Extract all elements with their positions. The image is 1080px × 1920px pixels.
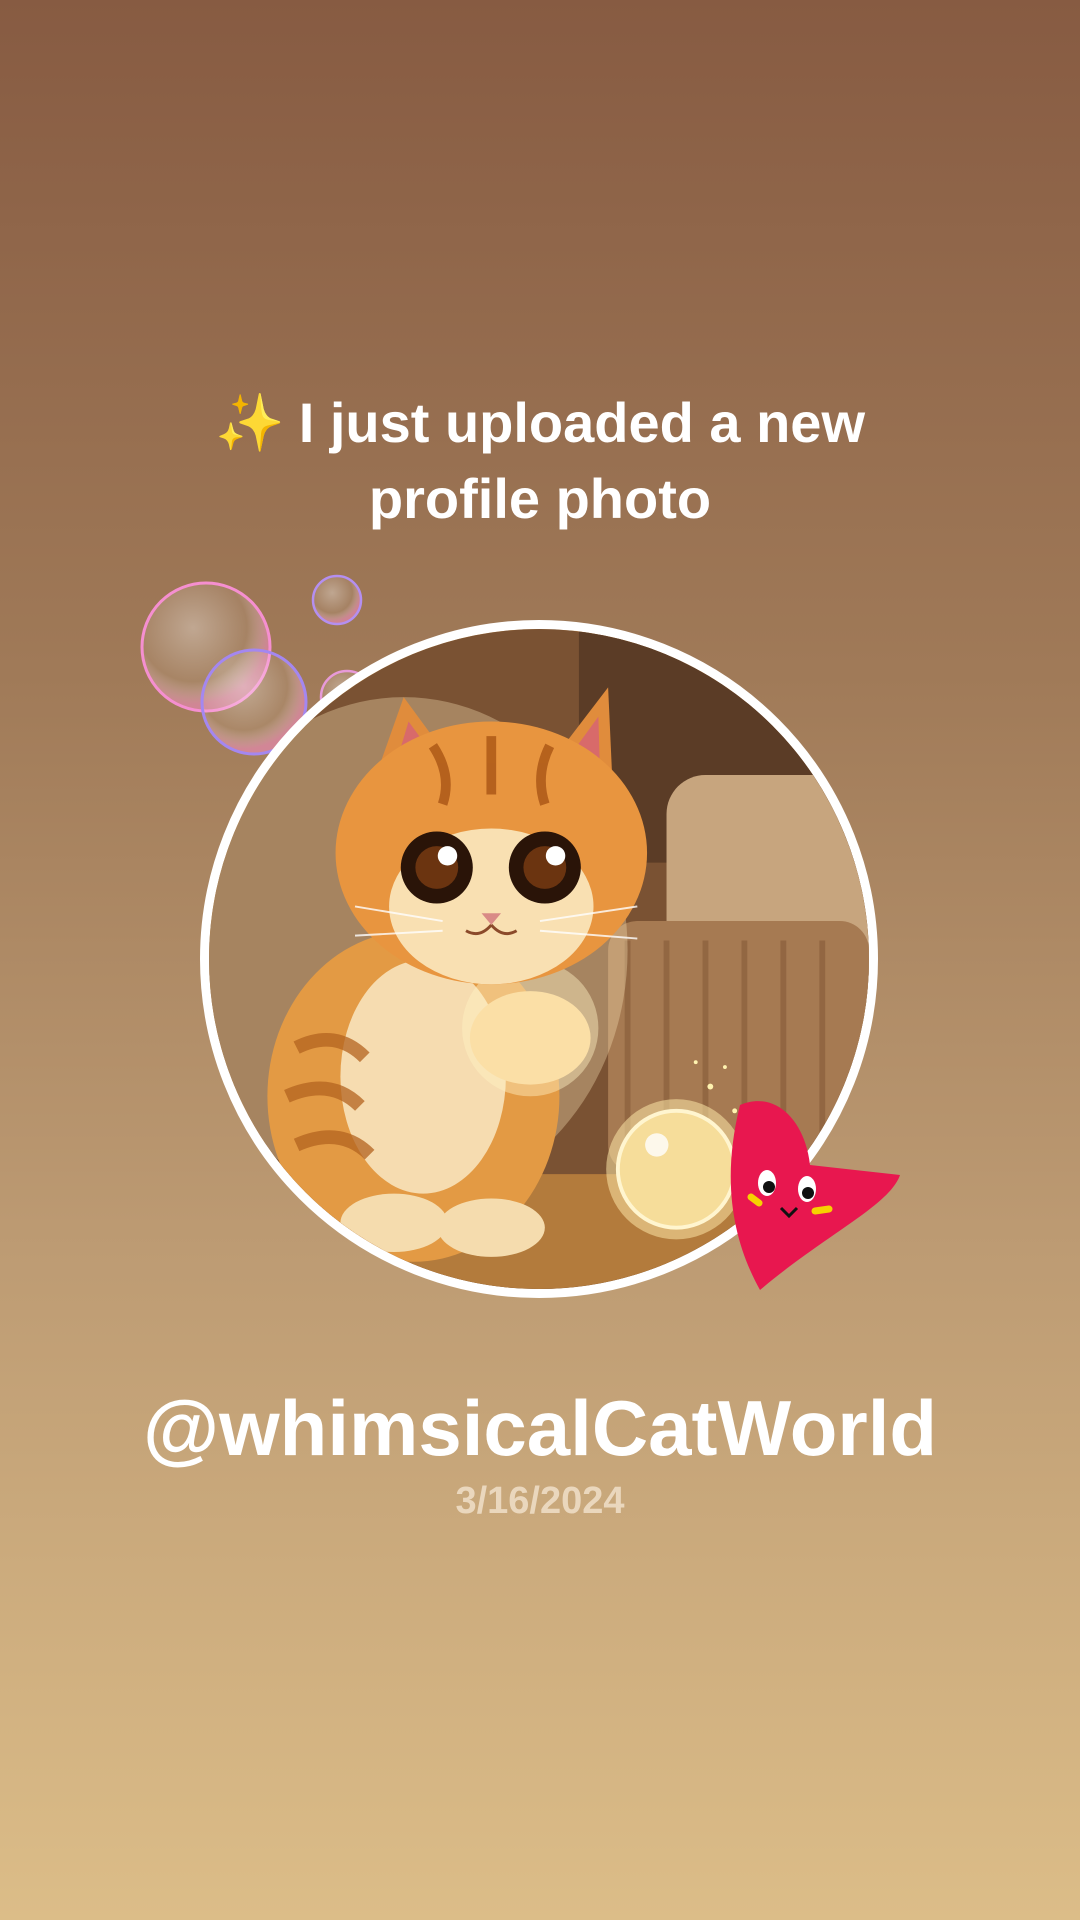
heart-sticker-icon [715,1095,905,1295]
headline-line-2: profile photo [368,467,712,530]
sparkle-icon: ✨ [214,391,285,454]
headline: ✨ I just uploaded a new profile photo [0,385,1080,537]
headline-line-1: I just uploaded a new [298,391,866,454]
post-date: 3/16/2024 [455,1480,625,1522]
username: @whimsicalCatWorld [142,1384,938,1472]
